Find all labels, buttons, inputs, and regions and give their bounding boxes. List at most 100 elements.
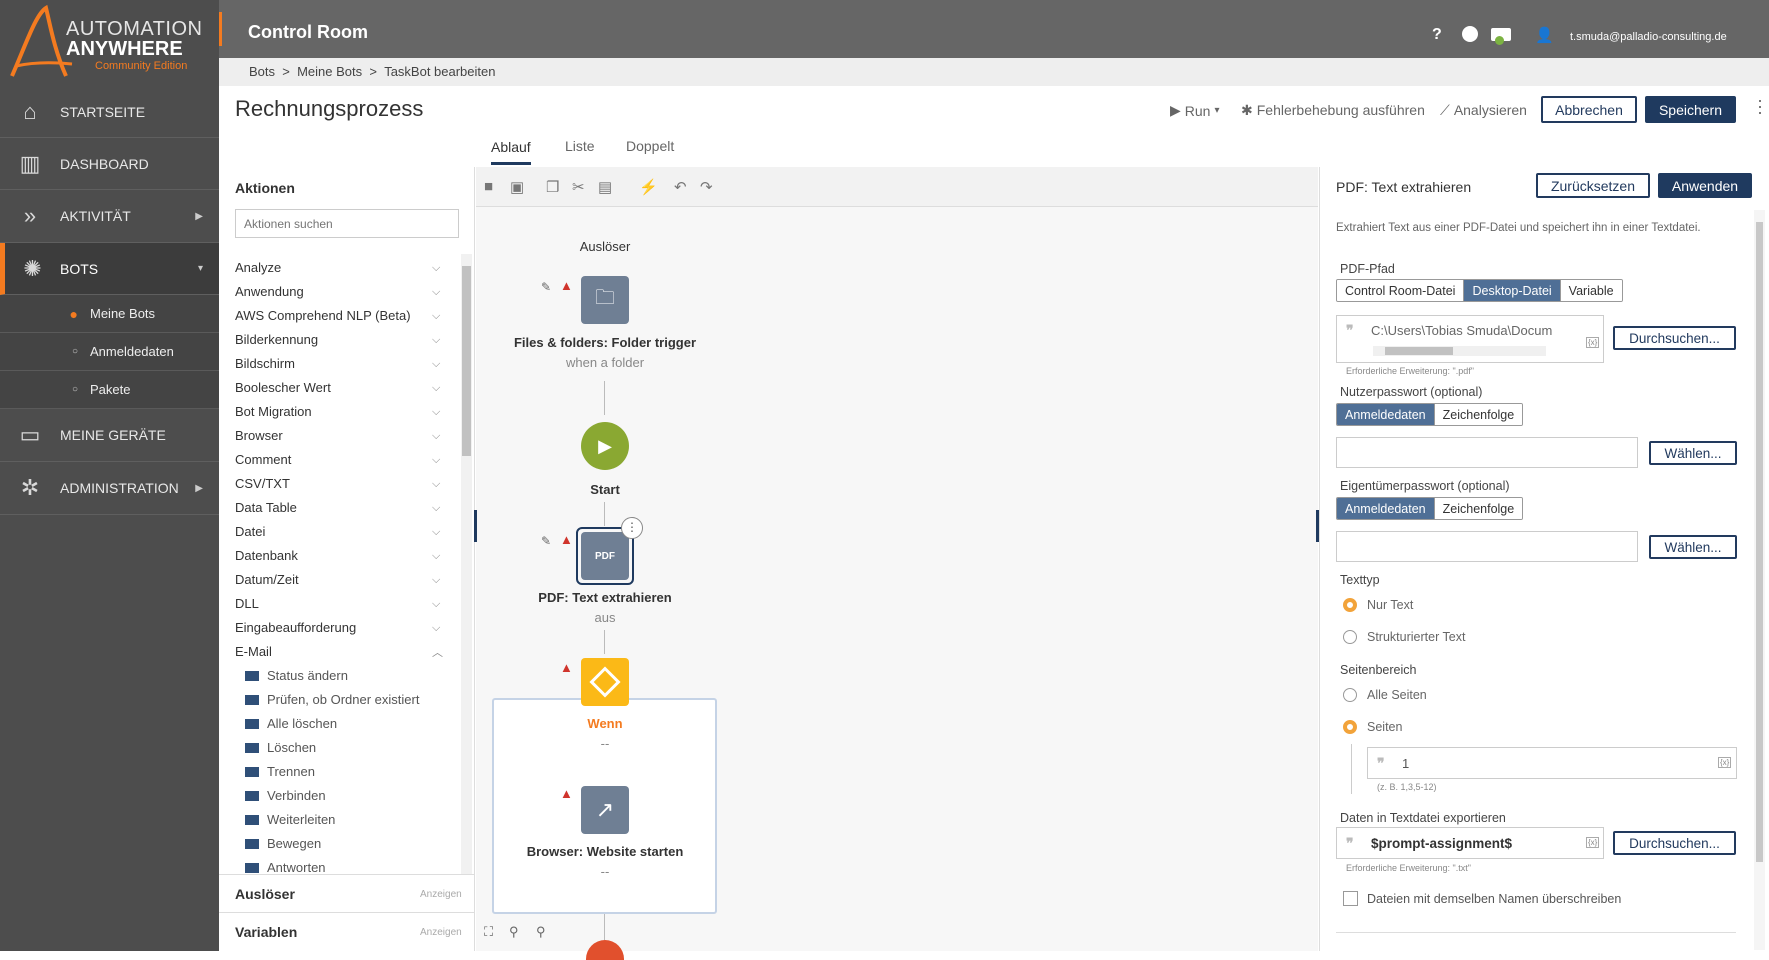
sidebar-item-meine-geraete[interactable]: ▭ MEINE GERÄTE (0, 409, 219, 462)
action-item[interactable]: Data Table (235, 500, 297, 515)
chevron-down-icon[interactable]: ⌵ (432, 454, 440, 467)
pdf-path-source-toggle[interactable]: Control Room-Datei Desktop-Datei Variabl… (1336, 279, 1623, 302)
if-title[interactable]: Wenn (555, 716, 655, 731)
chevron-down-icon[interactable]: ⌵ (432, 550, 440, 563)
chevron-down-icon[interactable]: ⌵ (432, 406, 440, 419)
chevron-down-icon[interactable]: ⌵ (432, 334, 440, 347)
apply-button[interactable]: Anwenden (1658, 173, 1752, 198)
sidebar-item-bots[interactable]: ✺ BOTS ▾ (0, 243, 219, 295)
debug-button[interactable]: ✱ Fehlerbehebung ausführen (1241, 102, 1425, 119)
user-password-input[interactable] (1336, 437, 1638, 468)
choose-owner-password-button[interactable]: Wählen... (1649, 535, 1737, 559)
email-action-item[interactable]: Alle löschen (245, 716, 337, 731)
redo-icon[interactable]: ↷ (700, 178, 713, 196)
radio-plain-text[interactable] (1343, 598, 1357, 612)
triggers-show-link[interactable]: Anzeigen (420, 889, 462, 900)
field-scrollbar[interactable] (1373, 346, 1546, 356)
owner-password-type-toggle[interactable]: Anmeldedaten Zeichenfolge (1336, 497, 1524, 520)
paste-icon[interactable]: ▤ (598, 178, 612, 196)
pages-input[interactable]: ❞ 1 {x} (1367, 747, 1737, 779)
actions-search-input[interactable] (235, 209, 459, 238)
chevron-down-icon[interactable]: ⌵ (432, 598, 440, 611)
warning-icon[interactable]: ▲ (560, 278, 573, 293)
action-item[interactable]: Bot Migration (235, 404, 312, 419)
option-control-room-file[interactable]: Control Room-Datei (1337, 280, 1465, 301)
action-item[interactable]: Anwendung (235, 284, 304, 299)
radio-all-pages[interactable] (1343, 688, 1357, 702)
chevron-down-icon[interactable]: ⌵ (432, 286, 440, 299)
chevron-down-icon[interactable]: ⌵ (432, 262, 440, 275)
email-action-item[interactable]: Löschen (245, 740, 316, 755)
sidebar-subitem-meine-bots[interactable]: ● Meine Bots (0, 295, 219, 333)
variable-insert-icon[interactable]: {x} (1586, 337, 1600, 348)
owner-password-input[interactable] (1336, 531, 1638, 562)
chevron-down-icon[interactable]: ⌵ (432, 502, 440, 515)
user-icon[interactable]: 👤 (1535, 26, 1554, 44)
node-title[interactable]: PDF: Text extrahieren (505, 590, 705, 605)
cut-icon[interactable]: ✂ (572, 178, 585, 196)
option-credentials[interactable]: Anmeldedaten (1337, 498, 1435, 519)
screenshot-icon[interactable]: ▣ (510, 178, 524, 196)
chevron-down-icon[interactable]: ⌵ (432, 478, 440, 491)
crumb-bots[interactable]: Bots (249, 64, 275, 79)
email-action-item[interactable]: Status ändern (245, 668, 348, 683)
option-variable[interactable]: Variable (1560, 280, 1622, 301)
start-node[interactable]: ▶ (581, 422, 629, 470)
action-item[interactable]: Eingabeaufforderung (235, 620, 356, 635)
sidebar-item-administration[interactable]: ✲ ADMINISTRATION ▶ (0, 462, 219, 515)
email-action-item[interactable]: Antworten (245, 860, 326, 875)
panel-scrollbar[interactable] (1754, 210, 1765, 950)
record-icon[interactable]: ■ (484, 178, 493, 195)
node-title[interactable]: Files & folders: Folder trigger (490, 335, 720, 350)
chevron-down-icon[interactable]: ⌵ (432, 382, 440, 395)
sidebar-subitem-anmeldedaten[interactable]: ○ Anmeldedaten (0, 333, 219, 371)
email-action-item[interactable]: Bewegen (245, 836, 321, 851)
cancel-button[interactable]: Abbrechen (1541, 96, 1637, 123)
triggers-section[interactable]: Auslöser (235, 886, 295, 902)
analyze-button[interactable]: ⟋ Analysieren (1440, 102, 1527, 119)
brand-logo[interactable]: AUTOMATION ANYWHERE Community Edition (0, 0, 219, 86)
tab-ablauf[interactable]: Ablauf (491, 139, 531, 165)
action-item[interactable]: Datenbank (235, 548, 298, 563)
chevron-down-icon[interactable]: ⌵ (432, 574, 440, 587)
email-action-item[interactable]: Verbinden (245, 788, 326, 803)
chevron-down-icon[interactable]: ⌵ (432, 622, 440, 635)
undo-icon[interactable]: ↶ (674, 178, 687, 196)
if-node[interactable] (581, 658, 629, 706)
browse-export-button[interactable]: Durchsuchen... (1613, 831, 1736, 855)
email-action-item[interactable]: Prüfen, ob Ordner existiert (245, 692, 419, 707)
scrollbar-thumb[interactable] (462, 266, 471, 456)
reset-button[interactable]: Zurücksetzen (1536, 173, 1650, 198)
sidebar-item-startseite[interactable]: ⌂ STARTSEITE (0, 86, 219, 138)
action-item[interactable]: Browser (235, 428, 283, 443)
user-password-type-toggle[interactable]: Anmeldedaten Zeichenfolge (1336, 403, 1524, 426)
chevron-down-icon[interactable]: ⌵ (432, 430, 440, 443)
radio-pages[interactable] (1343, 720, 1357, 734)
node-title[interactable]: Browser: Website starten (495, 844, 715, 859)
chevron-up-icon[interactable]: ︿ (432, 644, 443, 660)
radio-structured-text[interactable] (1343, 630, 1357, 644)
overwrite-checkbox[interactable] (1343, 891, 1358, 906)
variable-insert-icon[interactable]: {x} (1586, 837, 1600, 848)
tab-doppelt[interactable]: Doppelt (626, 138, 674, 154)
save-button[interactable]: Speichern (1645, 96, 1736, 123)
pdf-path-input[interactable]: ❞ C:\Users\Tobias Smuda\Docum {x} (1336, 315, 1604, 363)
sidebar-subitem-pakete[interactable]: ○ Pakete (0, 371, 219, 409)
folder-trigger-node[interactable]: 🗀 (581, 276, 629, 324)
warning-icon[interactable]: ▲ (560, 660, 573, 675)
chevron-down-icon[interactable]: ⌵ (432, 310, 440, 323)
help-icon[interactable]: ? (1432, 26, 1442, 44)
tab-liste[interactable]: Liste (565, 138, 595, 154)
action-item[interactable]: Boolescher Wert (235, 380, 331, 395)
pdf-extract-node[interactable]: PDF (581, 532, 629, 580)
export-file-input[interactable]: ❞ $prompt-assignment$ {x} (1336, 827, 1604, 859)
action-item[interactable]: E-Mail (235, 644, 272, 659)
option-credentials[interactable]: Anmeldedaten (1337, 404, 1435, 425)
chevron-down-icon[interactable]: ⌵ (432, 526, 440, 539)
action-item[interactable]: Datum/Zeit (235, 572, 299, 587)
scrollbar-thumb[interactable] (1385, 347, 1453, 355)
variable-insert-icon[interactable]: {x} (1718, 757, 1732, 768)
zoom-out-icon[interactable]: ⚲ (509, 924, 519, 940)
action-item[interactable]: CSV/TXT (235, 476, 290, 491)
actions-scrollbar[interactable] (461, 254, 472, 874)
